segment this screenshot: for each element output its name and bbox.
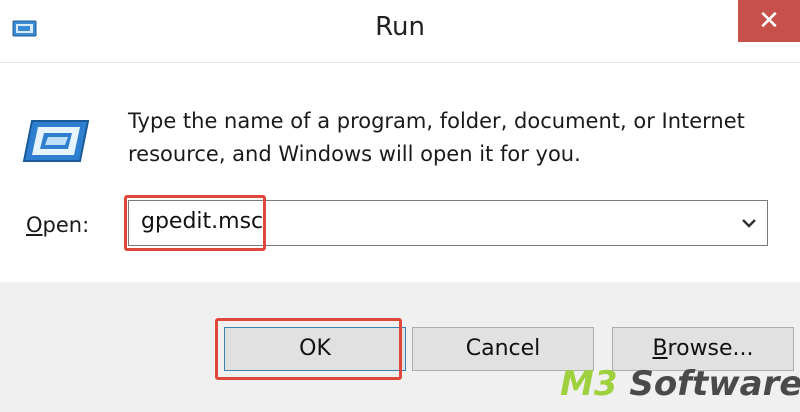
close-button[interactable]: ✕ xyxy=(738,0,800,42)
window-title: Run xyxy=(375,12,425,42)
button-bar: OK Cancel Browse... M3 Software xyxy=(0,282,800,412)
close-icon: ✕ xyxy=(758,6,780,36)
watermark-part2: Software xyxy=(617,364,800,404)
browse-label-rest: rowse... xyxy=(667,336,754,361)
run-dialog: Run ✕ Type the name of a program, folder… xyxy=(0,0,800,412)
open-label-accesskey: O xyxy=(26,213,43,237)
watermark-logo: M3 Software xyxy=(560,364,800,404)
browse-accesskey: B xyxy=(652,336,668,361)
open-input[interactable]: gpedit.msc xyxy=(141,209,263,234)
description-text: Type the name of a program, folder, docu… xyxy=(128,109,745,166)
title-bar: Run ✕ xyxy=(0,0,800,62)
open-label: Open: xyxy=(26,213,89,237)
watermark-part1: M3 xyxy=(560,364,618,404)
ok-button[interactable]: OK xyxy=(224,327,406,371)
open-label-rest: pen: xyxy=(42,213,90,237)
open-combobox[interactable]: gpedit.msc xyxy=(128,200,768,246)
chevron-down-icon[interactable] xyxy=(739,213,759,233)
content-area: Type the name of a program, folder, docu… xyxy=(0,62,800,282)
run-app-icon xyxy=(22,120,90,162)
